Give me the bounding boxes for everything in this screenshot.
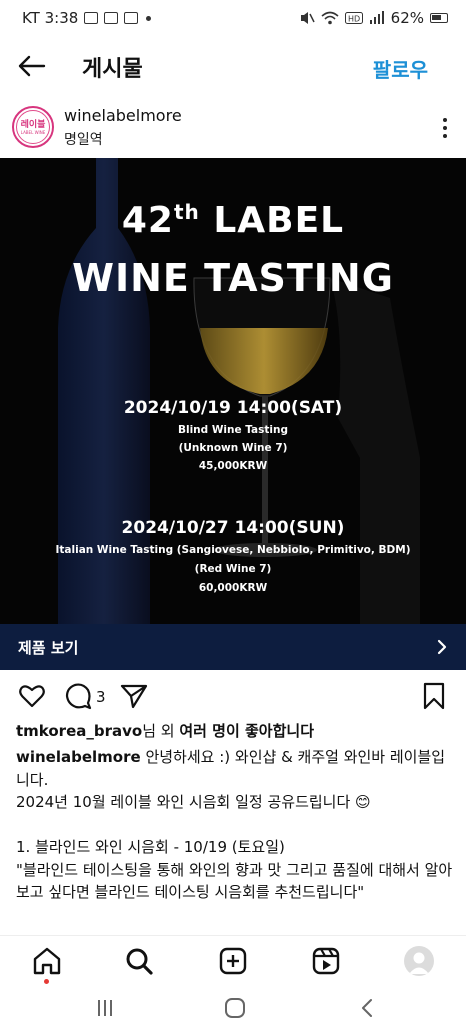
poster-title-number: 42 <box>121 200 174 241</box>
system-nav-bar <box>0 985 466 1036</box>
poster-subtitle: WINE TASTING <box>72 256 394 300</box>
default-profile-icon <box>409 952 429 974</box>
avatar-logo-subtext: LABEL WINE <box>20 129 46 135</box>
muted-notification-icon <box>124 12 139 24</box>
account-username[interactable]: winelabelmore <box>64 106 182 125</box>
bottom-nav <box>0 935 466 985</box>
likes-summary[interactable]: tmkorea_bravo님 외 여러 명이 좋아합니다 <box>16 720 314 741</box>
event1-title: Blind Wine Tasting <box>177 424 289 436</box>
avatar-logo-text: 레이블 <box>20 119 46 130</box>
recent-apps-icon[interactable] <box>94 997 116 1019</box>
event2-detail: (Red Wine 7) <box>194 563 272 575</box>
event1-price: 45,000KRW <box>198 460 268 472</box>
event1-detail: (Unknown Wine 7) <box>178 442 288 454</box>
more-notifications-icon <box>146 15 152 21</box>
profile-avatar[interactable] <box>404 946 434 976</box>
account-location[interactable]: 명일역 <box>64 129 103 149</box>
home-icon[interactable] <box>32 946 62 976</box>
post-actions: 3 <box>0 682 466 712</box>
gallery-notification-icon <box>84 12 99 24</box>
status-bar: KT 3:38 HD 62% <box>0 0 466 36</box>
bookmark-icon[interactable] <box>422 682 446 710</box>
wifi-icon <box>321 11 339 25</box>
mute-icon <box>300 12 315 24</box>
status-time: KT 3:38 <box>22 9 79 27</box>
plus-square-icon[interactable] <box>218 946 248 976</box>
send-icon[interactable] <box>120 682 148 710</box>
likes-text-bold[interactable]: 여러 명이 좋아합니다 <box>179 722 314 740</box>
event2-title: Italian Wine Tasting (Sangiovese, Nebbio… <box>55 544 411 556</box>
signal-icon <box>369 11 384 24</box>
caption-text: 안녕하세요 :) 와인샵 & 캐주얼 와인바 레이블입니다. 2024년 10월… <box>16 748 453 901</box>
poster-title-suffix: th <box>173 200 200 224</box>
chevron-right-icon <box>437 639 447 655</box>
comment-count[interactable]: 3 <box>96 688 106 706</box>
svg-text:HD: HD <box>348 15 360 24</box>
post-header: 게시물 팔로우 <box>0 36 466 98</box>
likes-user[interactable]: tmkorea_bravo <box>16 722 142 740</box>
home-notification-dot <box>44 979 49 984</box>
account-row: 레이블 LABEL WINE winelabelmore 명일역 <box>0 98 466 158</box>
reels-icon[interactable] <box>311 946 341 976</box>
home-button-icon[interactable] <box>224 997 246 1019</box>
view-products-button[interactable]: 제품 보기 <box>0 624 466 670</box>
poster-title: 42th LABEL <box>0 200 466 241</box>
status-left: KT 3:38 <box>22 9 152 27</box>
post-caption: winelabelmore 안녕하세요 :) 와인샵 & 캐주얼 와인바 레이블… <box>16 746 456 904</box>
event1-date: 2024/10/19 14:00(SAT) <box>123 398 343 418</box>
caption-username[interactable]: winelabelmore <box>16 748 141 766</box>
search-icon[interactable] <box>124 946 154 976</box>
post-image[interactable]: 42th LABEL WINE TASTING 2024/10/19 14:00… <box>0 158 466 624</box>
incognito-notification-icon <box>104 12 119 24</box>
hd-icon: HD <box>344 12 363 24</box>
battery-icon <box>430 13 448 23</box>
heart-icon[interactable] <box>18 682 46 710</box>
more-vertical-icon[interactable] <box>442 118 448 138</box>
avatar-logo: 레이블 LABEL WINE <box>16 110 50 144</box>
back-button-icon[interactable] <box>356 997 378 1019</box>
status-right: HD 62% <box>299 9 448 27</box>
view-products-label: 제품 보기 <box>18 638 79 657</box>
poster-title-word: LABEL <box>213 200 345 241</box>
arrow-left-icon[interactable] <box>16 54 46 78</box>
battery-percent: 62% <box>390 9 424 27</box>
comment-icon[interactable] <box>64 682 92 710</box>
page-title: 게시물 <box>82 57 143 82</box>
likes-text-mid: 님 외 <box>142 722 180 740</box>
event2-price: 60,000KRW <box>198 582 268 594</box>
event2-date: 2024/10/27 14:00(SUN) <box>121 518 345 538</box>
avatar[interactable]: 레이블 LABEL WINE <box>12 106 54 148</box>
follow-button[interactable]: 팔로우 <box>373 54 428 83</box>
